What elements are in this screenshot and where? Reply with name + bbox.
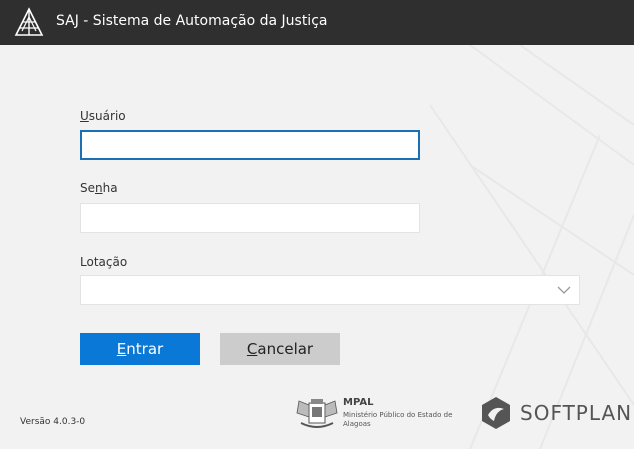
title-bar: SAJ - Sistema de Automação da Justiça: [0, 0, 634, 45]
softplan-wordmark: SOFTPLAN: [520, 401, 633, 425]
window-title: SAJ - Sistema de Automação da Justiça: [56, 13, 328, 29]
chevron-down-icon[interactable]: [557, 284, 571, 296]
entrar-button[interactable]: Entrar: [80, 333, 200, 365]
softplan-logo: SOFTPLAN: [478, 395, 631, 435]
senha-label: Senha: [80, 181, 118, 195]
mpal-name: MPAL: [343, 397, 374, 408]
usuario-label: Usuário: [80, 109, 126, 123]
softplan-logo-icon: [482, 397, 510, 429]
login-panel: Usuário Senha Lotação Entrar Cancelar Ve…: [0, 45, 634, 449]
usuario-input[interactable]: [80, 130, 420, 160]
mpal-seal-icon: [296, 399, 338, 428]
mpal-logo: MPAL Ministério Público do Estado de Ala…: [295, 395, 455, 435]
mpal-subtitle: Ministério Público do Estado de Alagoas: [343, 411, 453, 428]
saj-logo-icon: [14, 7, 44, 36]
lotacao-select[interactable]: [80, 275, 580, 305]
background-pattern: [429, 45, 634, 449]
cancelar-button[interactable]: Cancelar: [220, 333, 340, 365]
version-label: Versão 4.0.3-0: [20, 417, 86, 427]
lotacao-label: Lotação: [80, 255, 128, 269]
senha-input[interactable]: [80, 203, 420, 233]
